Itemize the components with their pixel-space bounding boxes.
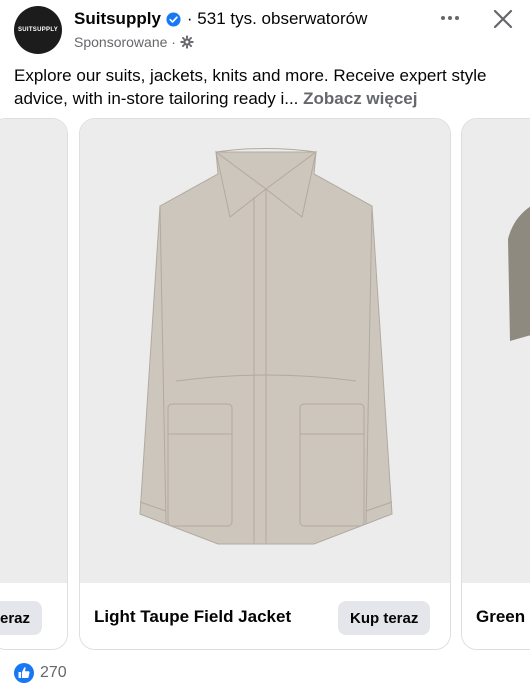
avatar[interactable]: SUITSUPPLY [14, 6, 62, 54]
carousel-card-light-taupe-field-jacket[interactable]: Light Taupe Field Jacket Kup teraz [79, 118, 451, 650]
jacket-image [139, 148, 393, 545]
like-icon [14, 663, 34, 683]
page-name[interactable]: Suitsupply [74, 9, 161, 29]
more-options-icon[interactable] [436, 6, 464, 30]
followers-count: · 531 tys. obserwatorów [186, 9, 368, 28]
product-title[interactable]: Green [476, 607, 525, 627]
verified-badge-icon [166, 11, 181, 27]
product-title[interactable]: Light Taupe Field Jacket [94, 607, 291, 627]
product-image[interactable] [80, 119, 450, 583]
see-more-link[interactable]: Zobacz więcej [303, 89, 417, 108]
reactions-bar[interactable]: 270 [14, 663, 67, 683]
sponsored-row: Sponsorowane · [74, 33, 194, 51]
sponsored-label: Sponsorowane · [74, 34, 176, 50]
knit-image [508, 206, 530, 341]
carousel-card-previous[interactable]: teraz [0, 118, 68, 650]
gear-icon [180, 35, 194, 49]
product-image[interactable] [462, 119, 530, 583]
carousel-card-next[interactable]: Green [461, 118, 530, 650]
product-image[interactable] [0, 119, 67, 583]
post-header: SUITSUPPLY Suitsupply · 531 tys. obserwa… [0, 0, 530, 60]
shop-now-button[interactable]: Kup teraz [338, 601, 431, 635]
shop-now-button[interactable]: teraz [0, 601, 43, 635]
close-icon[interactable] [490, 6, 516, 32]
post-caption: Explore our suits, jackets, knits and mo… [14, 64, 519, 110]
reaction-count: 270 [40, 664, 67, 681]
name-row: Suitsupply · 531 tys. obserwatorów [74, 8, 367, 30]
